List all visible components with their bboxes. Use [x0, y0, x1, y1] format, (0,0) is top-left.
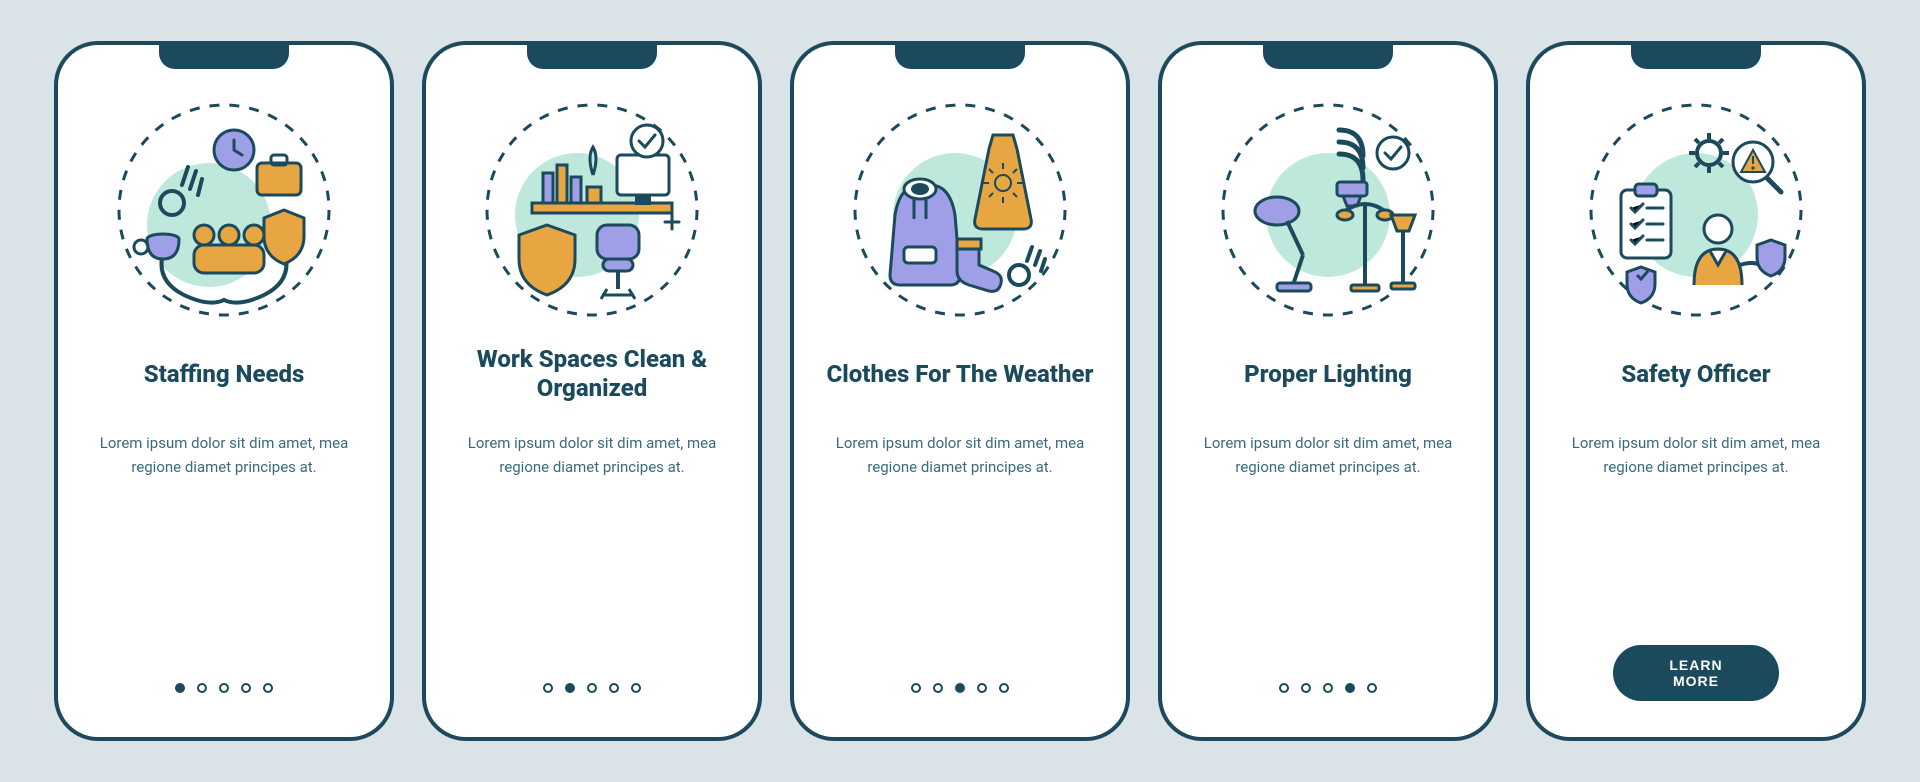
screen-title: Safety Officer: [1621, 345, 1770, 403]
screen-title: Proper Lighting: [1244, 345, 1412, 403]
dot-3[interactable]: [955, 683, 965, 693]
screen-description: Lorem ipsum dolor sit dim amet, mea regi…: [94, 431, 354, 479]
dot-3[interactable]: [1323, 683, 1333, 693]
screen-description: Lorem ipsum dolor sit dim amet, mea regi…: [462, 431, 722, 479]
phone-notch: [159, 45, 289, 69]
proper-lighting-icon: [1213, 95, 1443, 325]
dot-3[interactable]: [219, 683, 229, 693]
dot-4[interactable]: [609, 683, 619, 693]
onboarding-screen-4: Proper Lighting Lorem ipsum dolor sit di…: [1158, 41, 1498, 741]
screen-description: Lorem ipsum dolor sit dim amet, mea regi…: [1566, 431, 1826, 479]
onboarding-screen-1: Staffing Needs Lorem ipsum dolor sit dim…: [54, 41, 394, 741]
dot-4[interactable]: [1345, 683, 1355, 693]
pagination-dots: [175, 683, 273, 693]
dot-3[interactable]: [587, 683, 597, 693]
pagination-dots: [1279, 683, 1377, 693]
phone-notch: [895, 45, 1025, 69]
clothes-weather-icon: [845, 95, 1075, 325]
phone-notch: [1631, 45, 1761, 69]
onboarding-screen-2: Work Spaces Clean & Organized Lorem ipsu…: [422, 41, 762, 741]
screen-title: Clothes For The Weather: [827, 345, 1094, 403]
screen-title: Work Spaces Clean & Organized: [456, 345, 728, 403]
dot-2[interactable]: [933, 683, 943, 693]
dot-5[interactable]: [631, 683, 641, 693]
learn-more-button[interactable]: LEARN MORE: [1613, 645, 1779, 701]
screen-title: Staffing Needs: [144, 345, 305, 403]
dot-5[interactable]: [999, 683, 1009, 693]
pagination-dots: [543, 683, 641, 693]
screen-description: Lorem ipsum dolor sit dim amet, mea regi…: [1198, 431, 1458, 479]
onboarding-screen-5: Safety Officer Lorem ipsum dolor sit dim…: [1526, 41, 1866, 741]
safety-officer-icon: [1581, 95, 1811, 325]
dot-2[interactable]: [565, 683, 575, 693]
dot-2[interactable]: [1301, 683, 1311, 693]
screen-description: Lorem ipsum dolor sit dim amet, mea regi…: [830, 431, 1090, 479]
dot-1[interactable]: [175, 683, 185, 693]
work-spaces-icon: [477, 95, 707, 325]
dot-1[interactable]: [1279, 683, 1289, 693]
dot-1[interactable]: [911, 683, 921, 693]
phone-notch: [1263, 45, 1393, 69]
dot-1[interactable]: [543, 683, 553, 693]
staffing-needs-icon: [109, 95, 339, 325]
dot-5[interactable]: [263, 683, 273, 693]
onboarding-screen-3: Clothes For The Weather Lorem ipsum dolo…: [790, 41, 1130, 741]
dot-2[interactable]: [197, 683, 207, 693]
phone-notch: [527, 45, 657, 69]
dot-5[interactable]: [1367, 683, 1377, 693]
dot-4[interactable]: [241, 683, 251, 693]
dot-4[interactable]: [977, 683, 987, 693]
pagination-dots: [911, 683, 1009, 693]
